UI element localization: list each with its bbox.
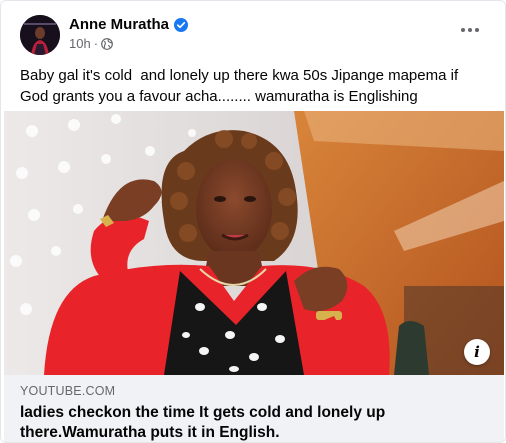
author-name[interactable]: Anne Muratha — [69, 16, 169, 34]
author-name-row: Anne Muratha — [69, 16, 189, 34]
meta-separator: · — [93, 36, 99, 51]
post-caption: Baby gal it's cold and lonely up there k… — [20, 67, 463, 105]
post-meta: 10h · — [69, 36, 113, 51]
link-title[interactable]: ladies checkon the time It gets cold and… — [20, 403, 490, 442]
verified-badge-icon — [174, 18, 189, 32]
globe-icon[interactable] — [101, 37, 113, 50]
info-icon[interactable]: i — [464, 339, 490, 365]
feed-post: Anne Muratha 10h · Baby gal it's cold an… — [0, 0, 506, 443]
link-domain: YOUTUBE.COM — [20, 384, 116, 398]
info-glyph: i — [474, 343, 480, 361]
thumbnail-image — [4, 111, 504, 375]
author-avatar[interactable] — [20, 15, 60, 55]
post-header: Anne Muratha 10h · — [1, 1, 505, 59]
video-thumbnail[interactable]: i — [4, 111, 504, 375]
link-preview[interactable]: YOUTUBE.COM ladies checkon the time It g… — [4, 375, 504, 442]
post-timestamp[interactable]: 10h — [69, 36, 91, 51]
more-options-icon[interactable] — [459, 23, 481, 37]
